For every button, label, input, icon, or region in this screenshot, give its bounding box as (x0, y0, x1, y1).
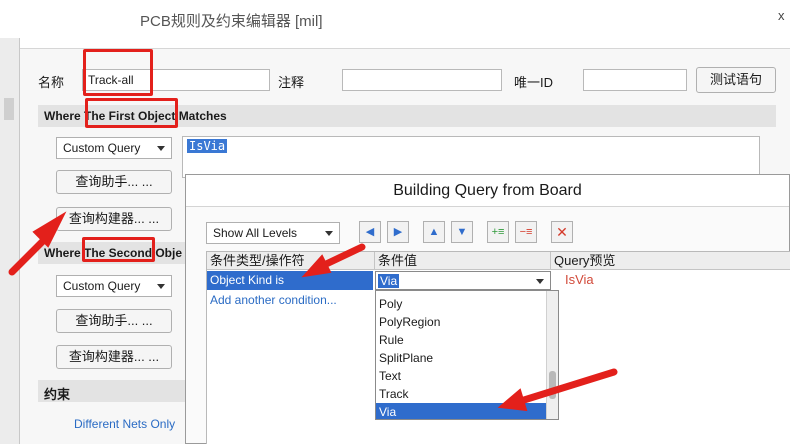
annotation-arrows (8, 211, 618, 412)
annotation-arrow (318, 243, 366, 270)
annotation-arrow (520, 368, 618, 404)
